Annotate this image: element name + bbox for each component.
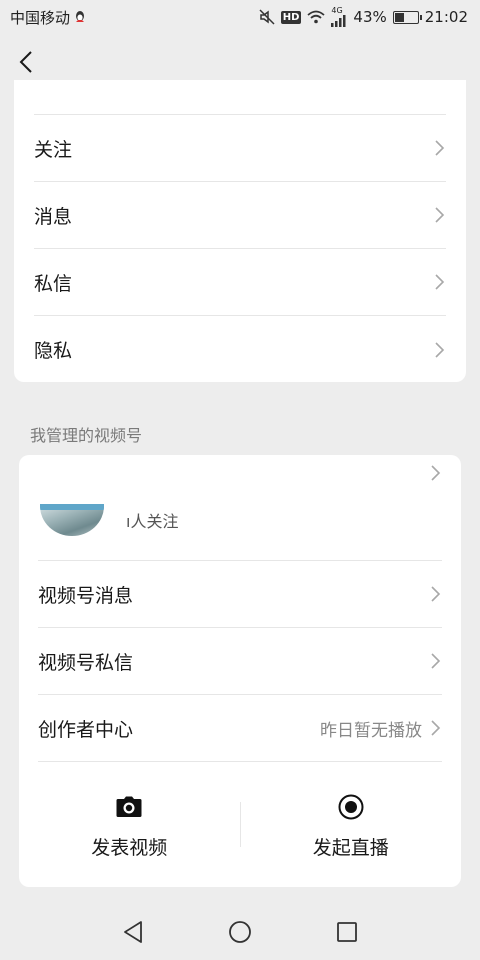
account-info: ı人关注 — [38, 504, 178, 536]
channel-messages-item[interactable]: 视频号消息 — [38, 561, 442, 628]
post-video-button[interactable]: 发表视频 — [19, 762, 240, 887]
partial-row — [34, 80, 446, 115]
settings-item-messages[interactable]: 消息 — [34, 182, 446, 249]
carrier-label: 中国移动 — [10, 8, 71, 27]
nav-back-button[interactable] — [119, 918, 147, 946]
action-label: 发表视频 — [91, 837, 168, 859]
chevron-right-icon — [430, 652, 442, 670]
qq-icon — [74, 10, 86, 24]
channel-item-label: 视频号私信 — [38, 651, 134, 674]
nav-recents-button[interactable] — [333, 918, 361, 946]
live-record-icon — [338, 793, 364, 821]
wifi-icon — [307, 10, 326, 24]
settings-card: 关注 消息 私信 隐私 — [14, 80, 466, 382]
clock: 21:02 — [424, 8, 468, 26]
back-chevron-icon — [19, 51, 32, 73]
nav-recents-icon — [337, 922, 357, 942]
settings-item-label: 消息 — [34, 205, 73, 228]
battery-percent: 43% — [353, 8, 387, 26]
back-button[interactable] — [12, 48, 40, 76]
status-right: HD 4G 43% 21:02 — [259, 7, 468, 27]
creator-center-status: 昨日暂无播放 — [320, 720, 422, 741]
followers-count: ı人关注 — [126, 512, 179, 531]
settings-item-label: 隐私 — [34, 340, 73, 362]
settings-item-follow[interactable]: 关注 — [34, 115, 446, 182]
status-bar: 中国移动 HD 4G 43% 21:02 — [0, 0, 480, 34]
channel-private-messages-item[interactable]: 视频号私信 — [38, 628, 442, 695]
start-live-button[interactable]: 发起直播 — [241, 762, 462, 887]
chevron-right-icon — [430, 719, 442, 737]
mute-icon — [259, 9, 275, 25]
settings-item-privacy[interactable]: 隐私 — [34, 316, 446, 382]
nav-back-icon — [124, 921, 142, 943]
status-left: 中国移动 — [10, 7, 86, 28]
creator-center-right: 昨日暂无播放 — [320, 716, 442, 741]
settings-item-label: 私信 — [34, 272, 73, 295]
battery-fill — [394, 12, 404, 22]
chevron-right-icon — [434, 206, 446, 224]
network-label: 4G — [331, 6, 343, 15]
action-label: 发起直播 — [312, 837, 389, 859]
nav-home-button[interactable] — [226, 918, 254, 946]
channels-card: ı人关注 视频号消息 视频号私信 创作者中心 昨日暂无播放 发表视频 发起直播 — [19, 455, 461, 887]
chevron-right-icon — [434, 341, 446, 359]
channel-account-row[interactable]: ı人关注 — [38, 455, 442, 561]
settings-item-private-messages[interactable]: 私信 — [34, 249, 446, 316]
chevron-right-icon — [434, 273, 446, 291]
camera-icon — [116, 793, 142, 821]
system-nav-bar — [0, 900, 480, 960]
chevron-right-icon — [430, 585, 442, 603]
action-area: 发表视频 发起直播 — [19, 762, 461, 887]
channel-item-label: 创作者中心 — [38, 718, 134, 741]
creator-center-item[interactable]: 创作者中心 昨日暂无播放 — [38, 695, 442, 762]
chevron-right-icon — [434, 139, 446, 157]
settings-item-label: 关注 — [34, 138, 73, 161]
avatar — [40, 504, 104, 536]
chevron-right-icon — [430, 464, 442, 482]
signal-icon: 4G — [331, 7, 347, 27]
hd-icon: HD — [280, 10, 302, 24]
section-title: 我管理的视频号 — [30, 426, 143, 445]
battery-icon — [392, 10, 422, 24]
channel-item-label: 视频号消息 — [38, 584, 134, 607]
nav-home-icon — [229, 921, 251, 943]
